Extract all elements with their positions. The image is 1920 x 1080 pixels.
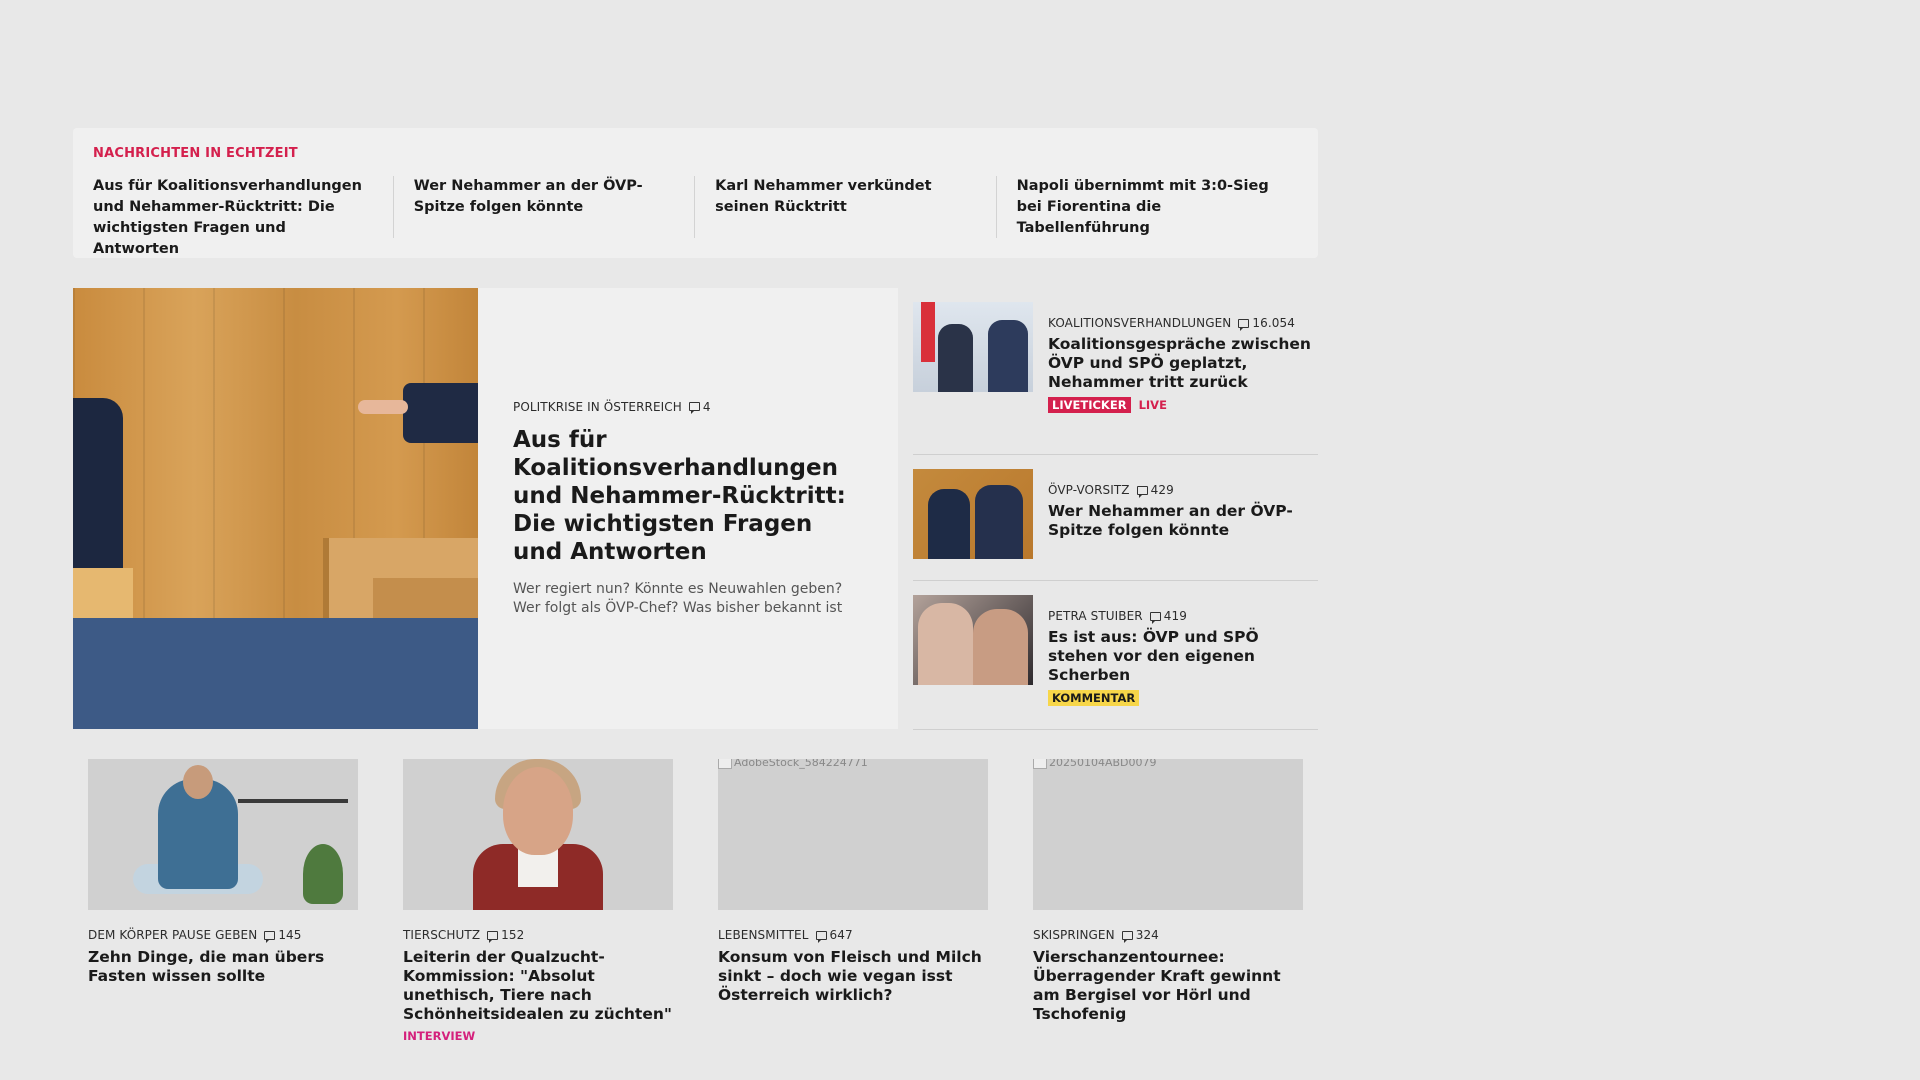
comment-count[interactable]: 647 (815, 928, 853, 943)
side-article[interactable]: PETRA STUIBER 419 Es ist aus: ÖVP und SP… (913, 581, 1318, 730)
article-card-image[interactable] (88, 759, 358, 910)
comment-icon (1238, 318, 1250, 331)
comment-count-value: 419 (1163, 609, 1187, 623)
article-card[interactable]: TIERSCHUTZ 152 Leiterin der Qualzucht-Ko… (403, 759, 673, 1043)
comment-count-value: 4 (702, 399, 711, 414)
ticker-items: Aus für Koalitionsverhandlungen und Neha… (93, 176, 1298, 257)
comment-icon (264, 930, 276, 943)
kicker-label: DEM KÖRPER PAUSE GEBEN (88, 928, 258, 942)
comment-icon (815, 930, 827, 943)
comment-count[interactable]: 4 (688, 399, 711, 414)
kicker-label: KOALITIONSVERHANDLUNGEN (1048, 316, 1232, 330)
interview-tag: INTERVIEW (403, 1029, 476, 1043)
article-card-kicker: SKISPRINGEN 324 (1033, 928, 1303, 943)
side-article[interactable]: ÖVP-VORSITZ 429 Wer Nehammer an der ÖVP-… (913, 455, 1318, 581)
hero-article[interactable]: POLITKRISE IN ÖSTERREICH 4 Aus für Koali… (73, 288, 898, 729)
badge-group: KOMMENTAR (1048, 690, 1140, 706)
article-card-kicker: DEM KÖRPER PAUSE GEBEN 145 (88, 928, 358, 943)
side-article-image[interactable] (913, 595, 1033, 685)
article-card[interactable]: DEM KÖRPER PAUSE GEBEN 145 Zehn Dinge, d… (88, 759, 358, 1043)
side-article-text: KOALITIONSVERHANDLUNGEN 16.054 Koalition… (1048, 302, 1318, 454)
hero-title[interactable]: Aus für Koalitionsverhandlun­gen und Neh… (513, 426, 863, 566)
hero-kicker-label: POLITKRISE IN ÖSTERREICH (513, 399, 682, 414)
image-alt-text: 20250104ABD0079 (1049, 759, 1157, 769)
comment-count-value: 145 (278, 928, 302, 942)
badge-group: LIVETICKER LIVE (1048, 397, 1167, 413)
kicker-label: PETRA STUIBER (1048, 609, 1143, 623)
article-grid: DEM KÖRPER PAUSE GEBEN 145 Zehn Dinge, d… (88, 759, 1303, 1043)
kicker-label: TIERSCHUTZ (403, 928, 481, 942)
comment-icon (1149, 611, 1161, 624)
comment-count-value: 152 (501, 928, 525, 942)
comment-count[interactable]: 145 (264, 928, 302, 943)
side-article-title[interactable]: Koalitionsgespräche zwischen ÖVP und SPÖ… (1048, 335, 1318, 392)
comment-count-value: 16.054 (1252, 316, 1295, 330)
hero-kicker: POLITKRISE IN ÖSTERREICH 4 (513, 400, 863, 414)
ticker-link[interactable]: Wer Nehammer an der ÖVP-Spitze folgen kö… (394, 176, 696, 238)
kicker-label: SKISPRINGEN (1033, 928, 1115, 942)
article-card-kicker: LEBENSMITTEL 647 (718, 928, 988, 943)
hero-image[interactable] (73, 288, 478, 729)
side-article-text: ÖVP-VORSITZ 429 Wer Nehammer an der ÖVP-… (1048, 469, 1318, 580)
side-article-text: PETRA STUIBER 419 Es ist aus: ÖVP und SP… (1048, 595, 1318, 729)
comment-count[interactable]: 419 (1149, 609, 1187, 624)
comment-icon (487, 930, 499, 943)
broken-image-placeholder: 20250104ABD0079 (1033, 759, 1157, 769)
side-article-list: KOALITIONSVERHANDLUNGEN 16.054 Koalition… (913, 288, 1318, 730)
ticker-link[interactable]: Karl Nehammer verkündet seinen Rücktritt (695, 176, 997, 238)
kicker-label: LEBENSMITTEL (718, 928, 809, 942)
broken-image-placeholder: AdobeStock_584224771 (718, 759, 868, 769)
broken-image-icon (718, 759, 732, 769)
article-card[interactable]: 20250104ABD0079 SKISPRINGEN 324 Vierscha… (1033, 759, 1303, 1043)
side-article-title[interactable]: Wer Nehammer an der ÖVP-Spitze folgen kö… (1048, 502, 1318, 540)
comment-count-value: 647 (829, 928, 853, 942)
broken-image-icon (1033, 759, 1047, 769)
article-card-image[interactable] (403, 759, 673, 910)
side-article-image[interactable] (913, 302, 1033, 392)
comment-icon (1136, 485, 1148, 498)
side-article-kicker: ÖVP-VORSITZ 429 (1048, 483, 1318, 498)
article-card-kicker: TIERSCHUTZ 152 (403, 928, 673, 943)
comment-icon (1121, 930, 1133, 943)
comment-icon (688, 402, 700, 414)
article-card-title[interactable]: Konsum von Fleisch und Milch sinkt – doc… (718, 948, 988, 1005)
side-article-title[interactable]: Es ist aus: ÖVP und SPÖ stehen vor den e… (1048, 628, 1318, 685)
realtime-news-ticker: NACHRICHTEN IN ECHTZEIT Aus für Koalitio… (73, 128, 1318, 258)
side-article-kicker: KOALITIONSVERHANDLUNGEN 16.054 (1048, 316, 1318, 331)
article-card-title[interactable]: Leiterin der Qualzucht-Kommis­sion: "Abs… (403, 948, 673, 1024)
comment-count[interactable]: 152 (487, 928, 525, 943)
article-card-image[interactable]: AdobeStock_584224771 (718, 759, 988, 910)
comment-count[interactable]: 429 (1136, 483, 1174, 498)
comment-count[interactable]: 16.054 (1238, 316, 1295, 331)
hero-teaser: Wer regiert nun? Könnte es Neuwahlen geb… (513, 580, 843, 616)
article-card-image[interactable]: 20250104ABD0079 (1033, 759, 1303, 910)
live-badge: LIVE (1138, 398, 1167, 412)
article-card-title[interactable]: Vierschanzentournee: Überragender Kraft … (1033, 948, 1303, 1024)
comment-count-value: 429 (1150, 483, 1174, 497)
article-card-title[interactable]: Zehn Dinge, die man übers Fasten wissen … (88, 948, 358, 986)
image-alt-text: AdobeStock_584224771 (734, 759, 868, 769)
side-article-kicker: PETRA STUIBER 419 (1048, 609, 1318, 624)
ticker-link[interactable]: Aus für Koalitionsverhandlungen und Neha… (93, 176, 394, 257)
article-card[interactable]: AdobeStock_584224771 LEBENSMITTEL 647 Ko… (718, 759, 988, 1043)
kicker-label: ÖVP-VORSITZ (1048, 483, 1130, 497)
comment-count-value: 324 (1135, 928, 1159, 942)
ticker-title: NACHRICHTEN IN ECHTZEIT (93, 146, 298, 161)
hero-text: POLITKRISE IN ÖSTERREICH 4 Aus für Koali… (478, 288, 898, 729)
liveticker-badge: LIVETICKER (1048, 397, 1131, 413)
kommentar-badge: KOMMENTAR (1048, 690, 1140, 706)
ticker-link[interactable]: Napoli übernimmt mit 3:0-Sieg bei Fioren… (997, 176, 1298, 238)
comment-count[interactable]: 324 (1121, 928, 1159, 943)
side-article-image[interactable] (913, 469, 1033, 559)
side-article[interactable]: KOALITIONSVERHANDLUNGEN 16.054 Koalition… (913, 288, 1318, 455)
